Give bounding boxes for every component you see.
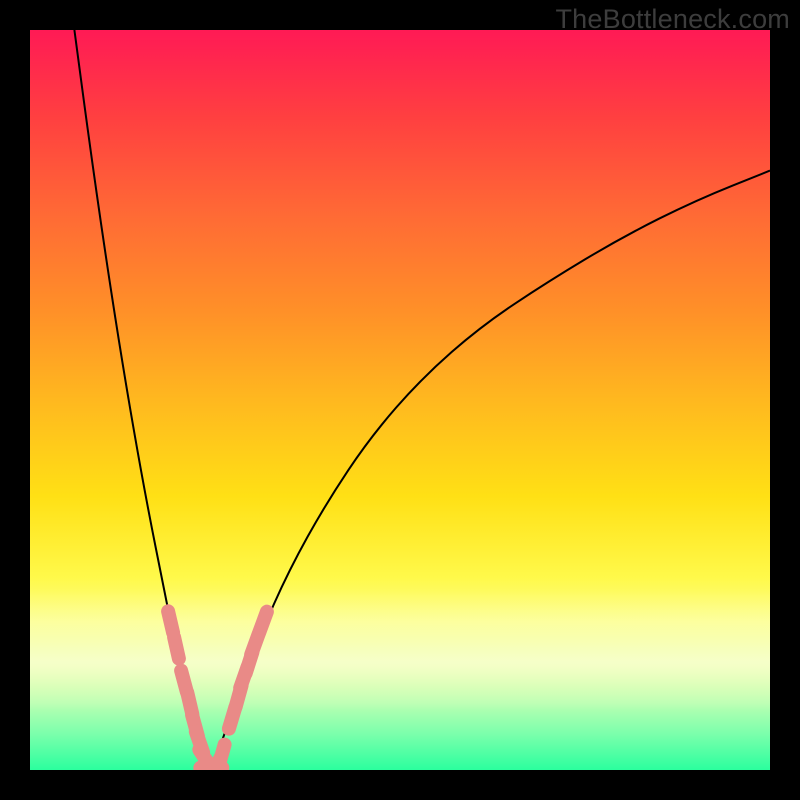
- curve-right-branch: [211, 171, 770, 770]
- marker-segment: [219, 745, 225, 766]
- marker-segment: [174, 637, 179, 658]
- chart-svg: [30, 30, 770, 770]
- marker-group: [168, 611, 267, 770]
- curve-left-branch: [74, 30, 211, 770]
- marker-segment: [168, 611, 173, 632]
- watermark-text: TheBottleneck.com: [555, 4, 790, 35]
- marker-segment: [259, 612, 267, 633]
- chart-plot-area: [30, 30, 770, 770]
- chart-outer-frame: TheBottleneck.com: [0, 0, 800, 800]
